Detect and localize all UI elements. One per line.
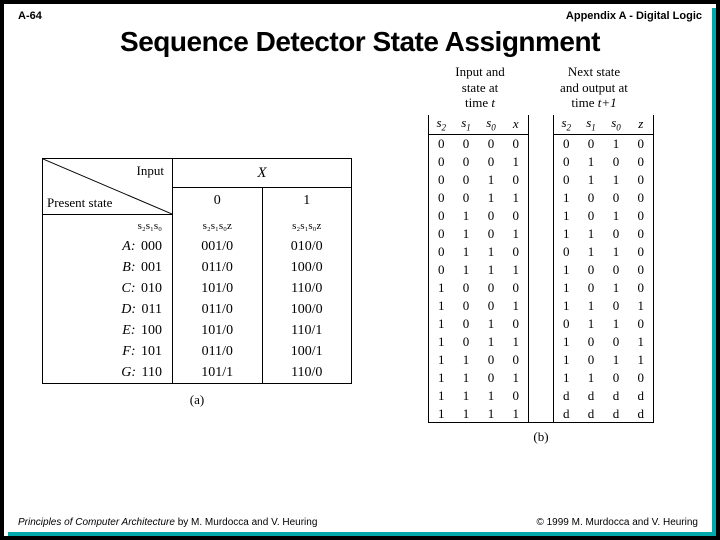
header-present-state: Present state [47,195,112,211]
table-row: G: 110101/1110/0 [43,363,352,384]
col-header: s0 [604,115,629,135]
cell-c0: 001/0 [173,237,263,258]
footer: Principles of Computer Architecture by M… [18,517,698,528]
table-row: 01100110 [429,243,654,261]
cell-c0: 101/0 [173,321,263,342]
header-x: X [173,159,352,188]
table-row: 1110dddd [429,387,654,405]
table-row: C: 010101/0110/0 [43,279,352,300]
col-header: s1 [579,115,604,135]
table-row: 11001011 [429,351,654,369]
table-row: 10111001 [429,333,654,351]
cell-c0: 101/1 [173,363,263,384]
table-row: 10100110 [429,315,654,333]
cell-c1: 100/0 [262,300,352,321]
footer-copyright: © 1999 M. Murdocca and V. Heuring [536,517,698,528]
col-header: z [629,115,654,135]
col-header: s0 [479,115,504,135]
table-row: F: 101011/0100/1 [43,342,352,363]
state-cell: F: 101 [43,342,173,363]
table-row: 00000010 [429,135,654,153]
table-row: 10001010 [429,279,654,297]
header-input: Input [137,163,164,179]
page-title: Sequence Detector State Assignment [4,26,716,58]
col-header: s2 [554,115,579,135]
slide-page: A-64 Appendix A - Digital Logic Sequence… [0,0,720,540]
group1-header: Input and state at time t [428,64,532,111]
table-row: B: 001011/0100/0 [43,258,352,279]
content-area: Input Present state X 0 1 s₂s₁s₀ s₂s₁s₀z… [4,58,716,478]
col-header: x [504,115,529,135]
subhead-c0: s₂s₁s₀z [173,215,263,237]
state-cell: D: 011 [43,300,173,321]
page-number: A-64 [18,10,42,22]
cell-c1: 010/0 [262,237,352,258]
state-cell: B: 001 [43,258,173,279]
cell-c1: 110/1 [262,321,352,342]
cell-c1: 110/0 [262,279,352,300]
state-cell: C: 010 [43,279,173,300]
table-row: 1111dddd [429,405,654,423]
state-cell: A: 000 [43,237,173,258]
caption-b: (b) [428,429,654,445]
cell-c1: 110/0 [262,363,352,384]
table-b: Input and state at time t Next state and… [428,64,654,445]
header: A-64 Appendix A - Digital Logic [4,4,716,24]
col-header: s2 [429,115,454,135]
section-label: Appendix A - Digital Logic [566,10,702,22]
table-row: A: 000001/0010/0 [43,237,352,258]
cell-c0: 011/0 [173,342,263,363]
table-row: 01111000 [429,261,654,279]
cell-c0: 011/0 [173,258,263,279]
col-header: s1 [454,115,479,135]
table-row: D: 011011/0100/0 [43,300,352,321]
group2-header: Next state and output at time t+1 [538,64,650,111]
cell-c1: 100/0 [262,258,352,279]
table-row: 11011100 [429,369,654,387]
table-a: Input Present state X 0 1 s₂s₁s₀ s₂s₁s₀z… [42,158,352,408]
col-0: 0 [173,188,263,215]
table-row: 01011100 [429,225,654,243]
table-row: 01001010 [429,207,654,225]
cell-c0: 101/0 [173,279,263,300]
table-row: 10011101 [429,297,654,315]
footer-left: Principles of Computer Architecture by M… [18,517,317,528]
table-row: 00010100 [429,153,654,171]
cell-c0: 011/0 [173,300,263,321]
table-row: E: 100101/0110/1 [43,321,352,342]
caption-a: (a) [42,392,352,408]
subhead-left: s₂s₁s₀ [43,215,173,237]
col-1: 1 [262,188,352,215]
state-cell: E: 100 [43,321,173,342]
table-row: 00100110 [429,171,654,189]
cell-c1: 100/1 [262,342,352,363]
table-row: 00111000 [429,189,654,207]
subhead-c1: s₂s₁s₀z [262,215,352,237]
state-cell: G: 110 [43,363,173,384]
